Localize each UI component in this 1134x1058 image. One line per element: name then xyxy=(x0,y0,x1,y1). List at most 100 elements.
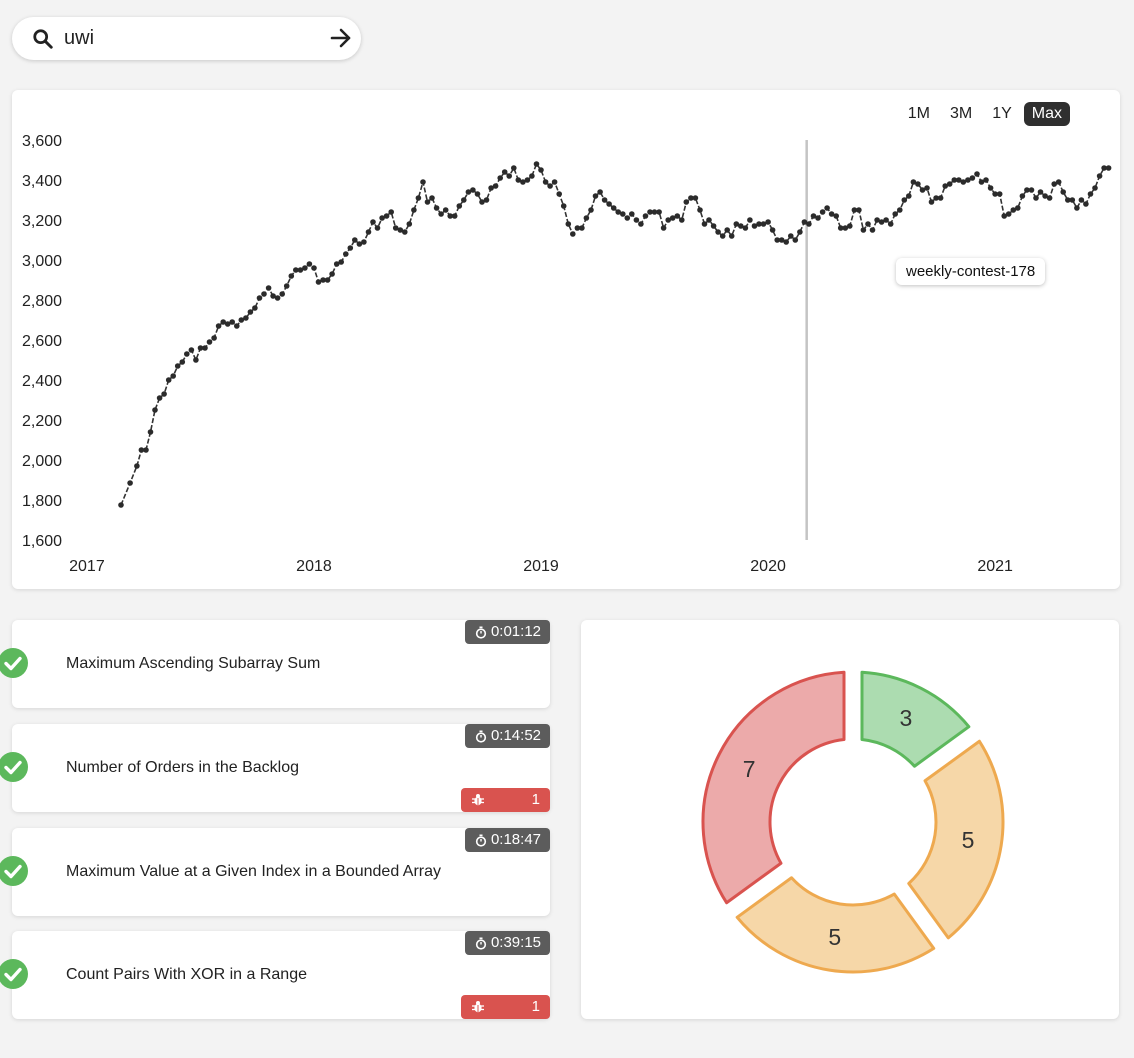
rating-point[interactable] xyxy=(983,177,989,183)
rating-point[interactable] xyxy=(897,207,903,213)
rating-point[interactable] xyxy=(601,197,608,203)
rating-point[interactable] xyxy=(638,221,644,227)
rating-point[interactable] xyxy=(188,347,195,353)
rating-point[interactable] xyxy=(797,229,803,235)
rating-point[interactable] xyxy=(551,179,558,185)
rating-point[interactable] xyxy=(833,213,839,219)
rating-point[interactable] xyxy=(229,319,235,325)
rating-point[interactable] xyxy=(719,233,726,239)
rating-point[interactable] xyxy=(715,229,721,235)
rating-point[interactable] xyxy=(234,323,240,329)
rating-point[interactable] xyxy=(620,211,626,217)
problem-card[interactable]: Count Pairs With XOR in a Range 0:39:15 … xyxy=(0,931,550,1019)
rating-point[interactable] xyxy=(361,239,367,245)
rating-point[interactable] xyxy=(588,207,594,213)
rating-point[interactable] xyxy=(306,261,313,267)
rating-point[interactable] xyxy=(206,339,213,345)
rating-point[interactable] xyxy=(261,291,267,297)
rating-point[interactable] xyxy=(597,189,603,195)
rating-point[interactable] xyxy=(161,391,167,397)
rating-point[interactable] xyxy=(451,213,458,219)
rating-point[interactable] xyxy=(683,199,690,205)
rating-point[interactable] xyxy=(265,285,272,291)
rating-point[interactable] xyxy=(1055,179,1062,185)
rating-point[interactable] xyxy=(174,363,181,369)
rating-point[interactable] xyxy=(692,195,699,201)
rating-point[interactable] xyxy=(624,215,631,221)
rating-point[interactable] xyxy=(660,225,667,231)
problem-card[interactable]: Number of Orders in the Backlog 0:14:52 … xyxy=(0,724,550,812)
rating-point[interactable] xyxy=(274,295,281,301)
rating-point[interactable] xyxy=(402,229,408,235)
rating-point[interactable] xyxy=(869,227,876,233)
rating-point[interactable] xyxy=(783,239,789,245)
rating-point[interactable] xyxy=(256,295,263,301)
rating-point[interactable] xyxy=(1046,195,1053,201)
rating-point[interactable] xyxy=(1096,173,1103,179)
rating-point[interactable] xyxy=(937,195,944,201)
rating-point[interactable] xyxy=(656,209,662,215)
rating-point[interactable] xyxy=(860,227,867,233)
rating-point[interactable] xyxy=(165,377,172,383)
rating-point[interactable] xyxy=(633,217,640,223)
rating-point[interactable] xyxy=(134,463,140,469)
rating-point[interactable] xyxy=(442,207,449,213)
rating-point[interactable] xyxy=(243,315,249,321)
rating-point[interactable] xyxy=(1083,201,1089,207)
rating-point[interactable] xyxy=(1069,197,1076,203)
rating-point[interactable] xyxy=(118,502,124,508)
rating-point[interactable] xyxy=(701,221,708,227)
rating-point[interactable] xyxy=(610,205,617,211)
rating-point[interactable] xyxy=(747,217,753,223)
search-input[interactable] xyxy=(64,25,324,51)
rating-point[interactable] xyxy=(156,395,163,401)
rating-point[interactable] xyxy=(1019,193,1026,199)
rating-point[interactable] xyxy=(329,271,335,277)
problem-card[interactable]: Maximum Value at a Given Index in a Boun… xyxy=(0,828,550,916)
rating-point[interactable] xyxy=(579,225,585,231)
rating-point[interactable] xyxy=(474,191,481,197)
rating-point[interactable] xyxy=(483,197,490,203)
rating-point[interactable] xyxy=(547,183,553,189)
rating-point[interactable] xyxy=(792,237,799,243)
rating-point[interactable] xyxy=(338,259,345,265)
rating-point[interactable] xyxy=(252,305,258,311)
rating-point[interactable] xyxy=(211,335,217,341)
rating-point[interactable] xyxy=(915,181,921,187)
rating-point[interactable] xyxy=(1037,189,1044,195)
rating-point[interactable] xyxy=(629,211,635,217)
rating-point[interactable] xyxy=(1078,197,1085,203)
rating-point[interactable] xyxy=(288,273,295,279)
rating-point[interactable] xyxy=(506,173,512,179)
rating-point[interactable] xyxy=(815,215,821,221)
rating-point[interactable] xyxy=(1060,189,1066,195)
rating-point[interactable] xyxy=(865,221,871,227)
rating-point[interactable] xyxy=(524,177,531,183)
rating-point[interactable] xyxy=(511,165,517,171)
rating-point[interactable] xyxy=(143,447,149,453)
arrow-right-icon[interactable] xyxy=(329,26,353,50)
rating-point[interactable] xyxy=(497,175,504,181)
rating-point[interactable] xyxy=(996,191,1003,197)
rating-point[interactable] xyxy=(179,359,186,365)
rating-point[interactable] xyxy=(1033,195,1039,201)
rating-point[interactable] xyxy=(406,221,413,227)
rating-point[interactable] xyxy=(570,231,576,237)
rating-point[interactable] xyxy=(806,221,812,227)
donut-segment[interactable] xyxy=(907,739,1005,940)
rating-point[interactable] xyxy=(556,191,562,197)
rating-point[interactable] xyxy=(324,277,331,283)
rating-point[interactable] xyxy=(928,199,935,205)
rating-point[interactable] xyxy=(492,183,499,189)
rating-point[interactable] xyxy=(824,205,830,211)
rating-point[interactable] xyxy=(847,223,853,229)
rating-point[interactable] xyxy=(501,169,508,175)
rating-point[interactable] xyxy=(697,207,703,213)
rating-point[interactable] xyxy=(456,203,463,209)
rating-point[interactable] xyxy=(592,193,599,199)
rating-point[interactable] xyxy=(147,429,154,435)
rating-point[interactable] xyxy=(529,173,535,179)
rating-point[interactable] xyxy=(565,221,572,227)
rating-point[interactable] xyxy=(892,211,898,217)
rating-point[interactable] xyxy=(769,227,776,233)
